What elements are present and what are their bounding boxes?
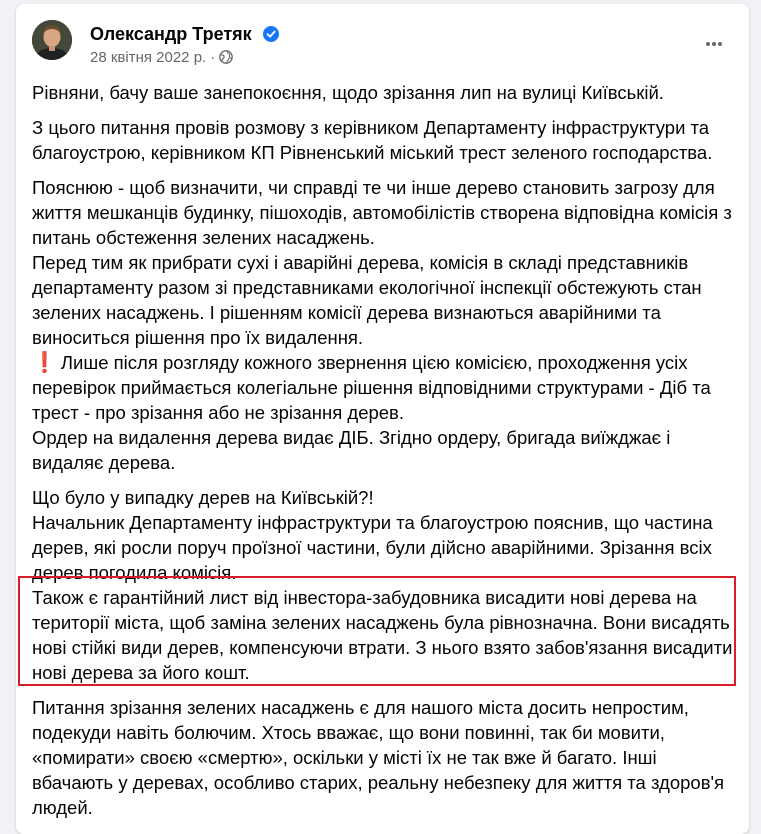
post-meta: 28 квітня 2022 р. · (90, 49, 234, 66)
post-paragraph: Питання зрізання зелених насаджень є для… (32, 697, 725, 818)
globe-icon (219, 50, 234, 64)
post-paragraph: Перед тим як прибрати сухі і аварійні де… (32, 252, 702, 348)
author-name-row: Олександр Третяк (90, 24, 279, 45)
post-paragraph: Що було у випадку дерев на Київській?! (32, 487, 374, 508)
verified-badge-icon (262, 26, 279, 42)
avatar[interactable] (32, 20, 72, 60)
author-name[interactable]: Олександр Третяк (90, 24, 252, 44)
post-paragraph-alert: ❗ Лише після розгляду кожного звернення ц… (32, 350, 736, 425)
post-date[interactable]: 28 квітня 2022 р. (90, 49, 206, 66)
post-card: Олександр Третяк 28 квітня 2022 р. · Рів… (16, 4, 749, 834)
meta-separator: · (210, 49, 216, 66)
post-paragraph: Рівняни, бачу ваше занепокоєння, щодо зр… (32, 82, 664, 103)
post-paragraph: Начальник Департаменту інфраструктури та… (32, 512, 713, 583)
avatar-image (32, 20, 72, 60)
more-options-button[interactable] (696, 26, 732, 62)
post-paragraph: Ордер на видалення дерева видає ДІБ. Згі… (32, 427, 671, 473)
red-exclamation-icon: ❗ (32, 352, 57, 374)
alert-text: Лише після розгляду кожного звернення ці… (32, 352, 711, 423)
more-options-icon (706, 42, 722, 46)
post-paragraph-highlighted: Також є гарантійний лист від інвестора-з… (32, 587, 733, 683)
post-paragraph: Пояснюю - щоб визначити, чи справді те ч… (32, 177, 732, 248)
post-header: Олександр Третяк 28 квітня 2022 р. · (32, 16, 732, 68)
post-paragraph: З цього питання провів розмову з керівни… (32, 117, 713, 163)
post-text: Рівняни, бачу ваше занепокоєння, щодо зр… (32, 80, 736, 820)
